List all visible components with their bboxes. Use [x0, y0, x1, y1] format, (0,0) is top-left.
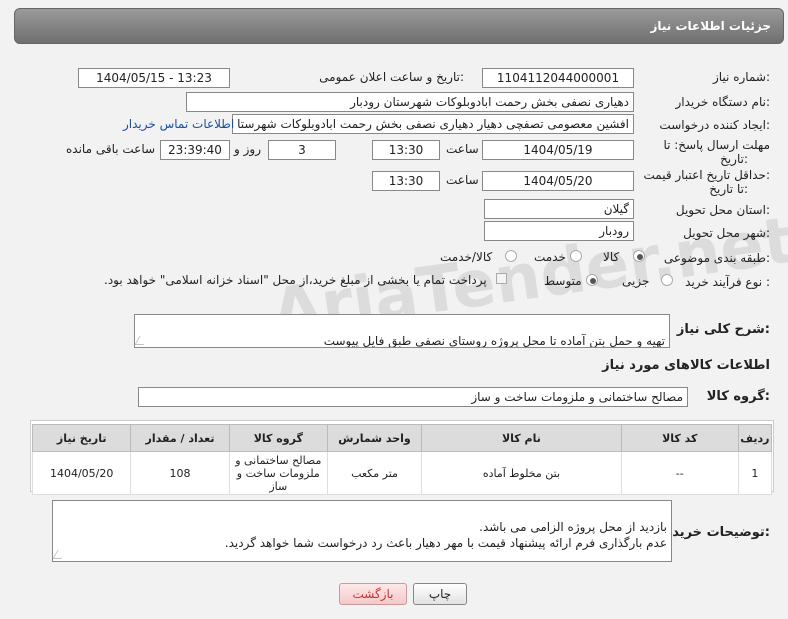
buyer-label: نام دستگاه خریدار:: [675, 95, 771, 109]
goods-table: ردیف کد کالا نام کالا واحد شمارش گروه کا…: [31, 424, 773, 495]
remaining-time-label: ساعت باقی مانده: [66, 142, 156, 156]
process-medium-radio[interactable]: [586, 274, 598, 286]
buyer-contact-link[interactable]: اطلاعات تماس خریدار: [123, 117, 234, 131]
cell-row-no: 1: [737, 451, 773, 495]
treasury-payment-checkbox[interactable]: [496, 273, 507, 284]
category-both-label: کالا/خدمت: [440, 250, 493, 264]
category-service-radio[interactable]: [570, 250, 582, 262]
price-validity-date-field[interactable]: 1404/05/20: [482, 171, 634, 191]
buyer-field[interactable]: دهیاری نصفی بخش رحمت ابادوبلوکات شهرستان…: [186, 92, 634, 112]
price-validity-label: حداقل تاریخ اعتبار قیمت:: [643, 168, 770, 182]
cell-name: بتن مخلوط آماده: [421, 451, 622, 495]
deadline-date-label: تاریخ:: [720, 152, 748, 166]
description-label: شرح کلی نیاز:: [676, 322, 770, 337]
goods-section-title: اطلاعات کالاهای مورد نیاز: [602, 358, 770, 373]
goods-group-field[interactable]: مصالح ساختمانی و ملزومات ساخت و ساز: [138, 387, 688, 407]
deadline-time-field[interactable]: 13:30: [372, 140, 440, 160]
resize-grip-icon[interactable]: [53, 550, 67, 559]
announce-date-label: تاریخ و ساعت اعلان عمومی:: [319, 70, 464, 84]
process-minor-label: جزیی: [622, 274, 650, 288]
cell-need-date: 1404/05/20: [31, 451, 132, 495]
page-title: جزئیات اطلاعات نیاز: [650, 19, 771, 33]
process-label: نوع فرآیند خرید :: [685, 275, 770, 289]
category-service-label: خدمت: [534, 250, 566, 264]
day-label: روز و: [234, 142, 261, 156]
cell-unit: متر مکعب: [326, 451, 423, 495]
category-both-radio[interactable]: [505, 250, 517, 262]
category-goods-label: کالا: [603, 250, 620, 264]
column-header-group: گروه کالا: [228, 424, 328, 452]
column-header-code: کد کالا: [620, 424, 739, 452]
deadline-time-label: ساعت: [446, 142, 479, 156]
description-textarea[interactable]: تهیه و حمل بتن آماده تا محل پروژه روستای…: [134, 314, 670, 348]
column-header-name: نام کالا: [421, 424, 622, 452]
column-header-need-date: تاریخ نیاز: [31, 424, 132, 452]
remaining-time-field[interactable]: 23:39:40: [160, 140, 230, 160]
process-minor-radio[interactable]: [661, 274, 673, 286]
process-medium-label: متوسط: [544, 274, 582, 288]
column-header-quantity: تعداد / مقدار: [130, 424, 230, 452]
category-label: طبقه بندی موضوعی:: [663, 251, 770, 265]
city-field[interactable]: رودبار: [484, 221, 634, 241]
days-remaining-field[interactable]: 3: [268, 140, 336, 160]
treasury-payment-note: پرداخت تمام یا بخشی از مبلغ خرید،از محل …: [104, 273, 487, 287]
deadline-label: مهلت ارسال پاسخ: تا: [663, 138, 770, 152]
announce-date-field[interactable]: 1404/05/15 - 13:23: [78, 68, 230, 88]
price-validity-date-label: تا تاریخ:: [709, 182, 748, 196]
buyer-notes-label: توضیحات خریدار:: [660, 525, 770, 540]
province-label: استان محل تحویل:: [675, 203, 770, 217]
category-goods-radio[interactable]: [633, 250, 645, 262]
price-validity-time-label: ساعت: [446, 173, 479, 187]
column-header-row-no: ردیف: [737, 424, 773, 452]
column-header-unit: واحد شمارش: [326, 424, 423, 452]
buyer-notes-textarea[interactable]: بازدید از محل پروژه الزامی می باشد. عدم …: [52, 500, 672, 562]
back-button[interactable]: بازگشت: [339, 583, 407, 605]
province-field[interactable]: گیلان: [484, 199, 634, 219]
city-label: شهر محل تحویل:: [683, 226, 770, 240]
description-text: تهیه و حمل بتن آماده تا محل پروژه روستای…: [323, 334, 665, 348]
table-header-row: ردیف کد کالا نام کالا واحد شمارش گروه کا…: [31, 424, 773, 452]
cell-group: مصالح ساختمانی و ملزومات ساخت و ساز: [228, 451, 328, 495]
cell-code: --: [620, 451, 739, 495]
deadline-date-field[interactable]: 1404/05/19: [482, 140, 634, 160]
resize-grip-icon[interactable]: [135, 336, 149, 345]
price-validity-time-field[interactable]: 13:30: [372, 171, 440, 191]
table-row: 1 -- بتن مخلوط آماده متر مکعب مصالح ساخت…: [31, 451, 773, 495]
cell-quantity: 108: [130, 451, 230, 495]
goods-group-label: گروه کالا:: [706, 389, 770, 404]
need-number-field[interactable]: 1104112044000001: [482, 68, 634, 88]
print-button[interactable]: چاپ: [413, 583, 467, 605]
page-header: جزئیات اطلاعات نیاز: [14, 8, 784, 44]
creator-field[interactable]: افشین معصومی تصفچی دهیار دهیاری نصفی بخش…: [232, 114, 634, 134]
buyer-notes-text: بازدید از محل پروژه الزامی می باشد. عدم …: [224, 520, 667, 550]
need-number-label: شماره نیاز:: [712, 70, 770, 84]
creator-label: ایجاد کننده درخواست:: [659, 118, 770, 132]
